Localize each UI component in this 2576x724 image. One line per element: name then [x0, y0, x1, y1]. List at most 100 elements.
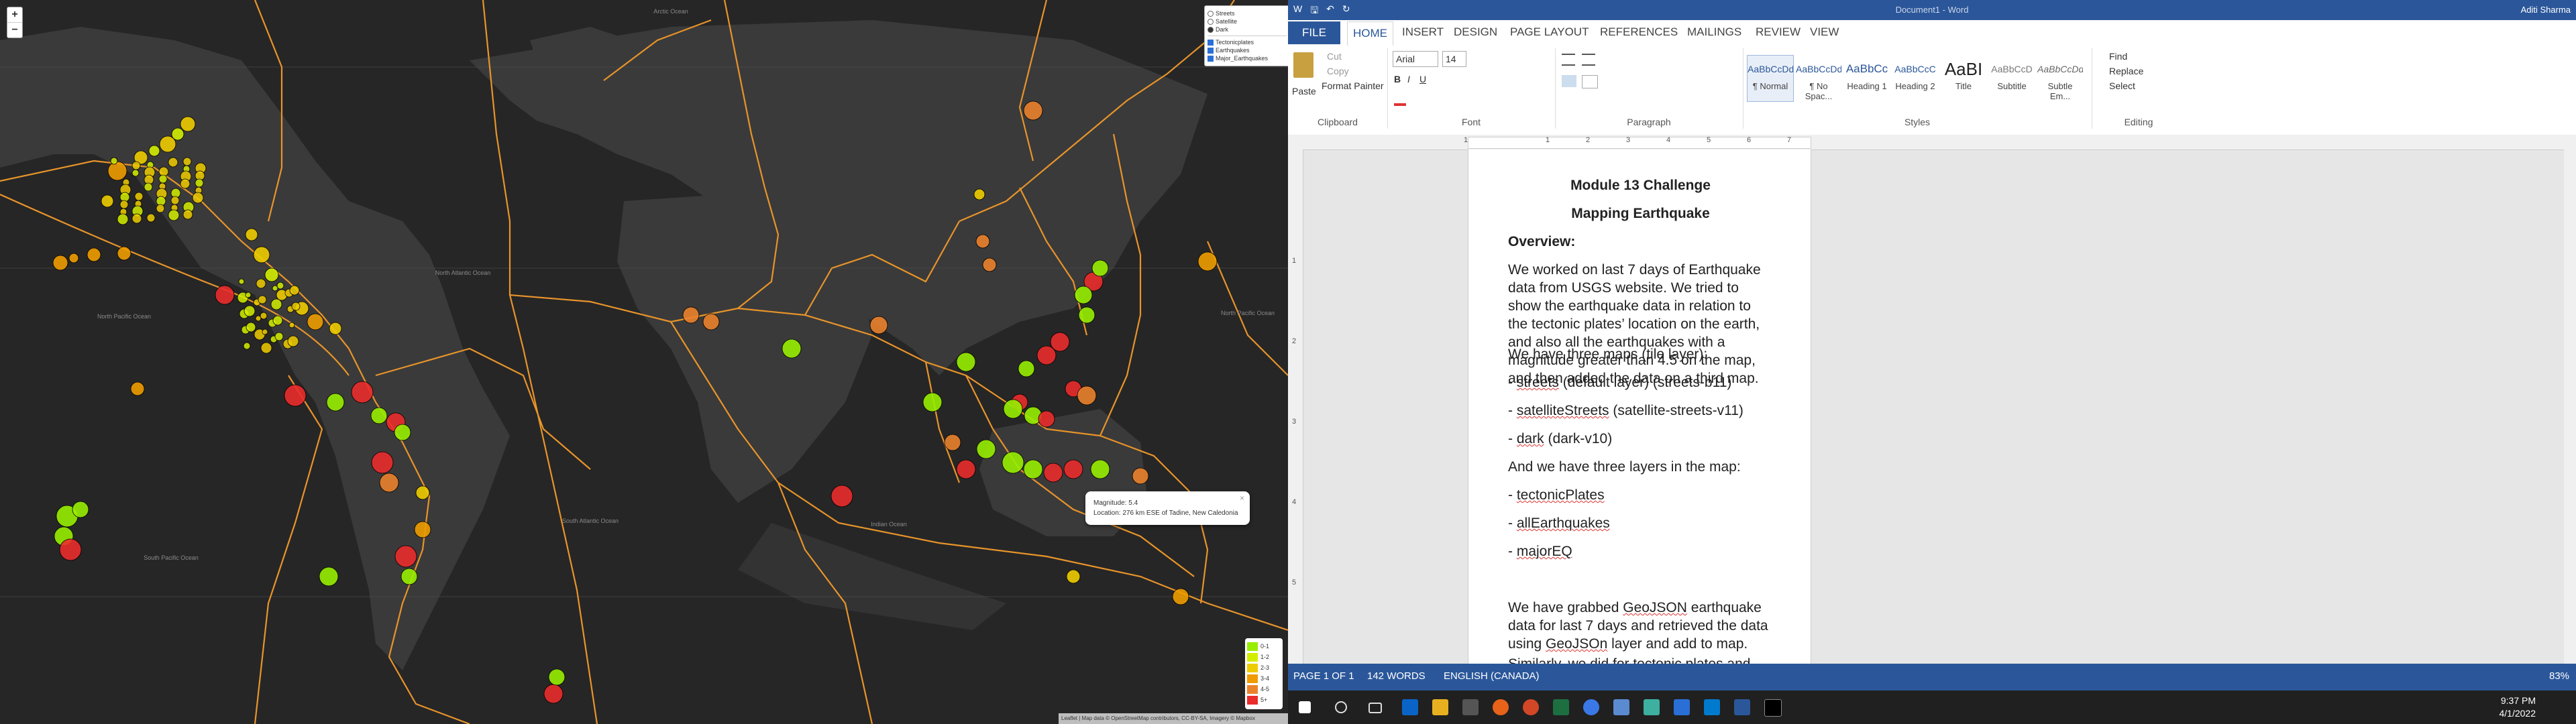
- earthquake-marker[interactable]: [1002, 451, 1024, 474]
- word-icon[interactable]: [1734, 699, 1750, 715]
- earthquake-marker[interactable]: [291, 302, 301, 311]
- base-layer-streets[interactable]: Streets: [1208, 9, 1287, 17]
- earthquake-marker[interactable]: [975, 234, 990, 249]
- snipping-icon[interactable]: [1644, 699, 1660, 715]
- earthquake-marker[interactable]: [260, 342, 272, 354]
- earthquake-marker[interactable]: [192, 192, 204, 204]
- status-zoom[interactable]: 83%: [2549, 670, 2569, 682]
- earthquake-marker[interactable]: [146, 213, 156, 223]
- align-center-icon[interactable]: [1582, 75, 1598, 88]
- base-layer-satellite[interactable]: Satellite: [1208, 17, 1287, 25]
- earthquake-marker[interactable]: [134, 192, 144, 201]
- search-icon[interactable]: [1335, 701, 1347, 713]
- file-explorer-icon[interactable]: [1432, 699, 1448, 715]
- earthquake-marker[interactable]: [394, 424, 411, 441]
- tab-review[interactable]: REVIEW: [1756, 25, 1801, 39]
- style-normal[interactable]: AaBbCcDd ¶ Normal: [1747, 55, 1794, 102]
- earthquake-marker[interactable]: [1023, 101, 1043, 121]
- numbering-icon[interactable]: [1582, 54, 1595, 66]
- notepad-icon[interactable]: [1674, 699, 1690, 715]
- earthquake-marker[interactable]: [107, 161, 127, 181]
- earthquake-marker[interactable]: [326, 393, 345, 412]
- earthquake-marker[interactable]: [1043, 463, 1063, 483]
- overlay-major-earthquakes[interactable]: Major_Earthquakes: [1208, 54, 1287, 62]
- earthquake-marker[interactable]: [117, 246, 131, 261]
- earthquake-marker[interactable]: [253, 246, 270, 263]
- earthquake-marker[interactable]: [319, 566, 339, 587]
- style-title[interactable]: AaBI Title: [1940, 55, 1987, 102]
- earthquake-marker[interactable]: [182, 157, 192, 166]
- style-heading-2[interactable]: AaBbCcC Heading 2: [1892, 55, 1939, 102]
- earthquake-marker[interactable]: [307, 313, 324, 330]
- popup-close-button[interactable]: ×: [1240, 493, 1244, 503]
- style-subtitle[interactable]: AaBbCcD Subtitle: [1988, 55, 2035, 102]
- earthquake-marker[interactable]: [260, 312, 268, 320]
- font-color-icon[interactable]: [1394, 103, 1406, 106]
- earthquake-marker[interactable]: [1018, 360, 1035, 377]
- earthquake-marker[interactable]: [976, 439, 996, 459]
- earthquake-marker[interactable]: [168, 209, 180, 221]
- earthquake-marker[interactable]: [371, 451, 394, 474]
- status-words[interactable]: 142 WORDS: [1367, 670, 1426, 682]
- earthquake-marker[interactable]: [287, 335, 299, 347]
- copy-button[interactable]: Copy: [1327, 66, 1349, 76]
- style-heading-1[interactable]: AaBbCc Heading 1: [1843, 55, 1890, 102]
- clock[interactable]: 9:37 PM 4/1/2022: [2500, 695, 2536, 720]
- vertical-scrollbar[interactable]: [2564, 149, 2576, 664]
- earthquake-marker[interactable]: [144, 182, 153, 192]
- earthquake-marker[interactable]: [131, 169, 140, 177]
- earthquake-marker[interactable]: [973, 188, 985, 200]
- earthquake-marker[interactable]: [548, 668, 566, 686]
- earthquake-marker[interactable]: [59, 538, 82, 561]
- chrome-icon[interactable]: [1583, 699, 1599, 715]
- earthquake-marker[interactable]: [1066, 569, 1081, 584]
- earthquake-marker[interactable]: [351, 381, 374, 404]
- earthquake-marker[interactable]: [272, 315, 283, 326]
- style-no-spacing[interactable]: AaBbCcDd ¶ No Spac...: [1795, 55, 1842, 102]
- underline-button[interactable]: U: [1419, 74, 1426, 84]
- earthquake-marker[interactable]: [158, 174, 168, 184]
- vscode-icon[interactable]: [1704, 699, 1720, 715]
- earthquake-marker[interactable]: [543, 684, 564, 704]
- bullets-icon[interactable]: [1562, 54, 1575, 66]
- earthquake-marker[interactable]: [101, 194, 114, 208]
- earthquake-marker[interactable]: [87, 247, 101, 262]
- earthquake-marker[interactable]: [180, 116, 196, 132]
- earthquake-marker[interactable]: [944, 434, 961, 451]
- user-name[interactable]: Aditi Sharma: [2521, 5, 2571, 15]
- earthquake-marker[interactable]: [262, 328, 268, 335]
- firefox-icon[interactable]: [1493, 699, 1509, 715]
- earthquake-marker[interactable]: [182, 209, 193, 220]
- overlay-earthquakes[interactable]: Earthquakes: [1208, 46, 1287, 54]
- earthquake-marker[interactable]: [1023, 459, 1043, 479]
- earthquake-marker[interactable]: [922, 392, 943, 412]
- earthquake-marker[interactable]: [1003, 399, 1023, 419]
- earthquake-marker[interactable]: [414, 521, 431, 538]
- select-button[interactable]: Select: [2109, 80, 2135, 91]
- earthquake-marker[interactable]: [238, 278, 245, 285]
- earthquake-marker[interactable]: [289, 285, 300, 296]
- terminal-icon[interactable]: [1764, 699, 1782, 717]
- earthquake-marker[interactable]: [68, 253, 79, 263]
- earthquake-marker[interactable]: [782, 339, 802, 359]
- earthquake-marker[interactable]: [1091, 259, 1109, 277]
- earthquake-marker[interactable]: [245, 292, 252, 298]
- earthquake-marker[interactable]: [130, 381, 145, 396]
- earthquake-marker[interactable]: [682, 306, 700, 324]
- earthquake-marker[interactable]: [1038, 410, 1055, 428]
- paste-icon[interactable]: [1293, 52, 1313, 78]
- earthquake-marker[interactable]: [264, 267, 279, 282]
- earthquake-marker[interactable]: [243, 342, 251, 350]
- horizontal-ruler[interactable]: 1 1 2 3 4 5 6 7: [1288, 135, 2576, 150]
- earthquake-marker[interactable]: [1036, 345, 1057, 365]
- tab-design[interactable]: DESIGN: [1454, 25, 1497, 39]
- tab-home[interactable]: HOME: [1347, 21, 1393, 46]
- earthquake-marker[interactable]: [1077, 385, 1097, 406]
- earthquake-marker[interactable]: [869, 316, 888, 335]
- status-language[interactable]: ENGLISH (CANADA): [1444, 670, 1540, 682]
- earthquake-marker[interactable]: [171, 127, 184, 141]
- earthquake-marker[interactable]: [246, 322, 256, 333]
- earthquake-marker[interactable]: [195, 178, 204, 188]
- earthquake-marker[interactable]: [72, 501, 89, 518]
- tab-mailings[interactable]: MAILINGS: [1687, 25, 1741, 39]
